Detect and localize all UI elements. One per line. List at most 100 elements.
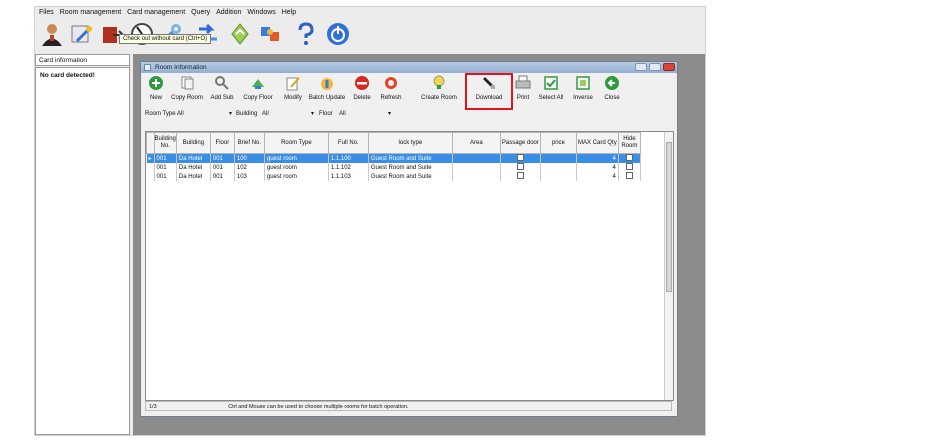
menu-files[interactable]: Files [39,7,54,19]
building-label: Building [236,111,258,117]
building-select[interactable]: All [262,109,269,119]
row-indicator[interactable] [146,163,155,172]
column-header[interactable]: Full No. [327,132,369,154]
scrollbar-thumb[interactable] [666,142,672,292]
menu-windows[interactable]: Windows [247,7,275,19]
user-icon[interactable] [39,21,65,47]
table-cell: Da Hotel [176,153,211,163]
new-button[interactable]: New [146,75,166,101]
column-header[interactable]: lock type [367,132,453,154]
floor-dropdown-icon[interactable]: ▾ [388,109,391,119]
filter-bar: Room Type All ▾ Building All ▾ Floor All… [141,109,677,119]
card-information-tab[interactable]: Card information [35,54,130,66]
table-cell[interactable] [618,153,641,163]
room-type-label: Room Type [145,111,176,117]
room-toolbar: New Copy Room Add Sub Copy Floor Modify … [141,73,677,110]
table-cell[interactable] [618,163,641,172]
window-title-bar[interactable]: Room Information [141,62,677,73]
column-header[interactable]: Brief No. [233,132,265,154]
passage-door-checkbox[interactable] [516,163,524,170]
column-header[interactable]: Passage door [499,132,541,154]
create-room-button[interactable]: Create Room [417,75,461,101]
floor-icon [252,79,264,89]
menu-card-management[interactable]: Card management [127,7,185,19]
room-type-dropdown-icon[interactable]: ▾ [229,109,232,119]
column-header[interactable]: MAX Card Qty [575,132,619,154]
column-header[interactable]: Area [451,132,501,154]
add-sub-button[interactable]: Add Sub [209,75,235,101]
row-indicator[interactable] [146,172,155,181]
puzzle-icon[interactable] [257,21,283,47]
modify-button[interactable]: Modify [281,75,305,101]
menu-room-management[interactable]: Room management [60,7,121,19]
table-cell[interactable] [618,172,641,181]
card-information-panel: No card detected! [35,67,130,435]
table-row[interactable]: ▸ 001 Da Hotel 001 100 guest room 1.1.100 Guest… [146,153,641,163]
row-indicator-header [146,132,155,154]
delete-button[interactable]: Delete [350,75,374,101]
table-cell: 001 [154,163,177,172]
select-all-button[interactable]: Select All [537,75,565,101]
vertical-scrollbar[interactable] [664,132,673,400]
passage-door-checkbox[interactable] [516,154,524,161]
status-bar: 1/3 Ctrl and Mouse can be used to choose… [145,401,672,411]
table-row[interactable]: 001 Da Hotel 001 102 guest room 1.1.102 Guest … [146,163,641,172]
help-icon[interactable] [293,21,319,47]
table-cell[interactable] [500,172,541,181]
table-cell: 4 [576,172,619,181]
table-cell: Guest Room and Suite [368,163,453,172]
passage-door-checkbox[interactable] [516,172,524,179]
hide-room-checkbox[interactable] [625,163,633,170]
inverse-button[interactable]: Inverse [569,75,597,101]
menu-bar: Files Room management Card management Qu… [35,7,705,19]
floor-label: Floor [319,111,333,117]
copy-floor-button[interactable]: Copy Floor [239,75,277,101]
table-cell: Guest Room and Suite [368,153,453,163]
room-type-select[interactable]: All [177,109,184,119]
key-icon [215,76,229,90]
menu-addition[interactable]: Addition [216,7,241,19]
inverse-icon [576,76,590,90]
menu-help[interactable]: Help [282,7,296,19]
table-cell: 1.1.103 [328,172,369,181]
table-cell[interactable] [500,163,541,172]
power-icon[interactable] [325,21,351,47]
column-header[interactable]: price [539,132,577,154]
column-header[interactable]: Building No. [153,132,177,154]
hide-room-checkbox[interactable] [625,172,633,179]
column-header[interactable]: Floor [209,132,235,154]
table-cell: guest room [264,163,329,172]
table-cell: 1.1.102 [328,163,369,172]
print-button[interactable]: Print [513,75,533,101]
table-cell[interactable] [500,153,541,163]
table-cell: Guest Room and Suite [368,172,453,181]
close-button[interactable]: Close [601,75,623,101]
app-window: Files Room management Card management Qu… [34,6,706,436]
refresh-button[interactable]: Refresh [376,75,406,101]
column-header[interactable]: Hide Room [617,132,641,154]
batch-update-button[interactable]: Batch Update [307,75,347,101]
minimize-button[interactable] [635,63,647,71]
close-window-button[interactable] [663,63,675,71]
table-cell: 001 [210,163,235,172]
building-dropdown-icon[interactable]: ▾ [311,109,314,119]
card-icon[interactable] [69,21,95,47]
table-cell: 001 [154,172,177,181]
record-count: 1/3 [149,404,157,410]
table-cell: 001 [154,153,177,163]
table-cell: Da Hotel [176,163,211,172]
column-header[interactable]: Building [175,132,211,154]
no-card-message: No card detected! [40,72,95,79]
recycle-icon[interactable] [227,21,253,47]
column-header[interactable]: Room Type [263,132,329,154]
row-indicator[interactable]: ▸ [146,153,155,163]
hide-room-checkbox[interactable] [625,154,633,161]
table-row[interactable]: 001 Da Hotel 001 103 guest room 1.1.103 Guest … [146,172,641,181]
copy-room-button[interactable]: Copy Room [168,75,206,101]
table-cell [540,153,577,163]
table-cell [452,163,501,172]
status-hint: Ctrl and Mouse can be used to choose mul… [228,404,409,410]
menu-query[interactable]: Query [191,7,210,19]
maximize-button[interactable] [649,63,661,71]
floor-select[interactable]: All [339,109,346,119]
